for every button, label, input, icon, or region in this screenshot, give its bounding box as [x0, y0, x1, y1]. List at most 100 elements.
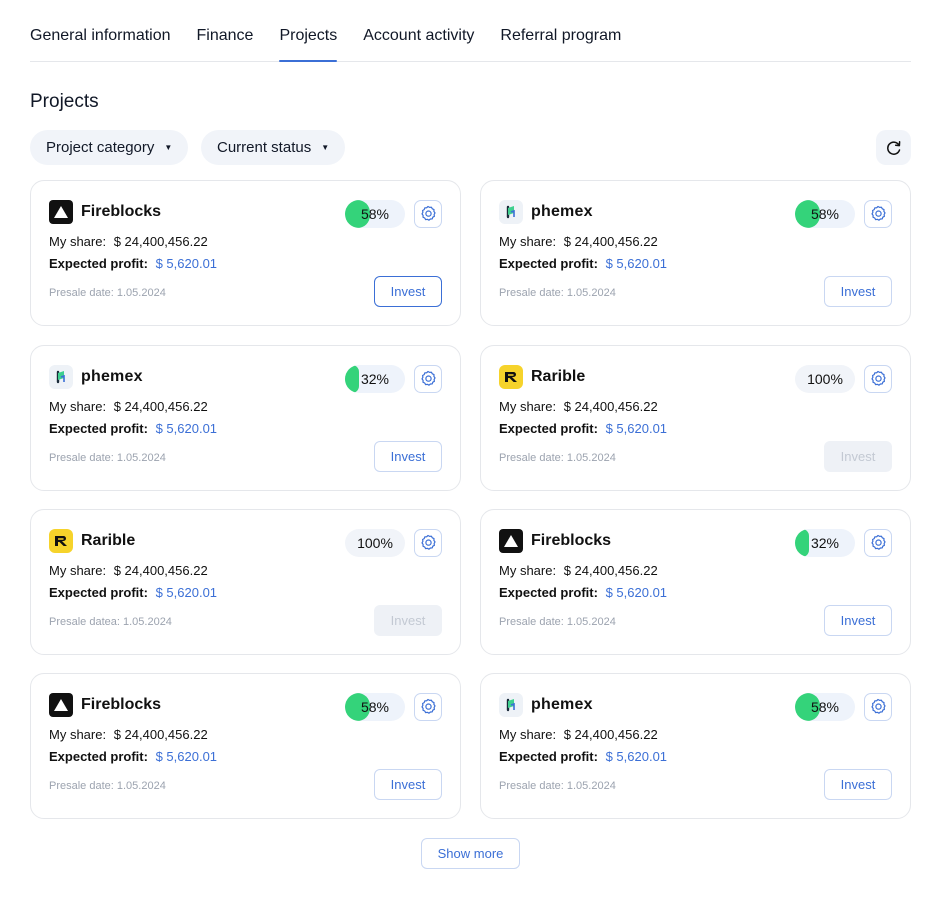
invest-button[interactable]: Invest [374, 605, 442, 636]
my-share-value: $ 24,400,456.22 [113, 727, 208, 742]
my-share-row: My share: $ 24,400,456.22 [499, 563, 658, 578]
my-share-label: My share: [49, 399, 107, 414]
tab-bar: General information Finance Projects Acc… [30, 0, 911, 62]
fireblocks-logo-icon [499, 529, 523, 553]
progress-percent: 32% [810, 535, 840, 551]
progress-pill: 32% [795, 529, 855, 557]
my-share-value: $ 24,400,456.22 [113, 563, 208, 578]
expected-profit-value: $ 5,620.01 [155, 421, 218, 436]
presale-date: Presale date: 1.05.2024 [49, 452, 166, 464]
presale-date: Presale date: 1.05.2024 [499, 452, 616, 464]
my-share-row: My share: $ 24,400,456.22 [49, 563, 208, 578]
my-share-value: $ 24,400,456.22 [563, 563, 658, 578]
presale-date: Presale date: 1.05.2024 [499, 780, 616, 792]
my-share-row: My share: $ 24,400,456.22 [49, 727, 208, 742]
expected-profit-row: Expected profit: $ 5,620.01 [49, 421, 217, 436]
project-name: Rarible [81, 532, 136, 549]
gear-icon [871, 698, 886, 714]
invest-button[interactable]: Invest [824, 769, 892, 800]
settings-button[interactable] [414, 693, 442, 721]
tab-projects[interactable]: Projects [279, 0, 337, 62]
current-status-dropdown[interactable]: Current status ▼ [201, 130, 346, 165]
expected-profit-value: $ 5,620.01 [605, 256, 668, 271]
tab-finance[interactable]: Finance [197, 0, 254, 61]
my-share-value: $ 24,400,456.22 [563, 234, 658, 249]
progress-percent: 58% [810, 206, 840, 222]
expected-profit-label: Expected profit: [49, 421, 148, 436]
project-logo: Fireblocks [49, 693, 161, 717]
tab-general-information[interactable]: General information [30, 0, 171, 61]
project-name: phemex [531, 203, 593, 220]
progress-percent: 100% [357, 535, 393, 551]
my-share-label: My share: [49, 563, 107, 578]
expected-profit-row: Expected profit: $ 5,620.01 [49, 749, 217, 764]
project-card: Fireblocks 58% My share: $ 24,400,456.22… [30, 673, 461, 819]
project-logo: phemex [499, 200, 593, 224]
my-share-value: $ 24,400,456.22 [563, 399, 658, 414]
my-share-value: $ 24,400,456.22 [113, 234, 208, 249]
gear-icon [421, 205, 436, 221]
my-share-label: My share: [49, 234, 107, 249]
expected-profit-row: Expected profit: $ 5,620.01 [49, 256, 217, 271]
progress-pill: 58% [795, 693, 855, 721]
filter-bar: Project category ▼ Current status ▼ [30, 130, 911, 165]
project-name: phemex [81, 368, 143, 385]
tab-account-activity[interactable]: Account activity [363, 0, 474, 61]
expected-profit-label: Expected profit: [49, 256, 148, 271]
show-more-button[interactable]: Show more [421, 838, 520, 869]
presale-date: Presale date: 1.05.2024 [499, 616, 616, 628]
project-logo: Rarible [49, 529, 135, 553]
project-logo: Rarible [499, 365, 585, 389]
presale-date: Presale date: 1.05.2024 [49, 287, 166, 299]
caret-down-icon: ▼ [164, 143, 173, 152]
current-status-label: Current status [217, 139, 312, 156]
expected-profit-label: Expected profit: [499, 256, 598, 271]
project-category-label: Project category [46, 139, 155, 156]
settings-button[interactable] [864, 200, 892, 228]
project-category-dropdown[interactable]: Project category ▼ [30, 130, 189, 165]
presale-date: Presale date: 1.05.2024 [499, 287, 616, 299]
settings-button[interactable] [414, 200, 442, 228]
my-share-row: My share: $ 24,400,456.22 [499, 234, 658, 249]
settings-button[interactable] [414, 529, 442, 557]
refresh-icon [886, 140, 900, 155]
expected-profit-value: $ 5,620.01 [155, 749, 218, 764]
expected-profit-value: $ 5,620.01 [605, 749, 668, 764]
invest-button[interactable]: Invest [824, 441, 892, 472]
project-card: phemex 32% My share: $ 24,400,456.22 Exp… [30, 345, 461, 491]
settings-button[interactable] [864, 529, 892, 557]
my-share-value: $ 24,400,456.22 [113, 399, 208, 414]
gear-icon [871, 370, 886, 386]
invest-button[interactable]: Invest [824, 276, 892, 307]
project-card: Rarible 100% My share: $ 24,400,456.22 E… [30, 509, 461, 655]
progress-percent: 58% [360, 206, 390, 222]
expected-profit-row: Expected profit: $ 5,620.01 [499, 256, 667, 271]
settings-button[interactable] [414, 365, 442, 393]
my-share-label: My share: [499, 727, 557, 742]
refresh-button[interactable] [876, 130, 911, 165]
invest-button[interactable]: Invest [374, 769, 442, 800]
gear-icon [421, 370, 436, 386]
project-name: phemex [531, 696, 593, 713]
expected-profit-value: $ 5,620.01 [605, 585, 668, 600]
progress-pill: 58% [345, 693, 405, 721]
progress-percent: 58% [360, 699, 390, 715]
my-share-label: My share: [49, 727, 107, 742]
progress-pill: 58% [345, 200, 405, 228]
expected-profit-label: Expected profit: [499, 749, 598, 764]
tab-referral-program[interactable]: Referral program [500, 0, 621, 61]
phemex-logo-icon [499, 200, 523, 224]
fireblocks-logo-icon [49, 693, 73, 717]
progress-percent: 32% [360, 371, 390, 387]
invest-button[interactable]: Invest [824, 605, 892, 636]
invest-button[interactable]: Invest [374, 276, 442, 307]
invest-button[interactable]: Invest [374, 441, 442, 472]
settings-button[interactable] [864, 693, 892, 721]
settings-button[interactable] [864, 365, 892, 393]
expected-profit-label: Expected profit: [499, 421, 598, 436]
project-logo: Fireblocks [499, 529, 611, 553]
expected-profit-value: $ 5,620.01 [155, 585, 218, 600]
expected-profit-label: Expected profit: [49, 585, 148, 600]
expected-profit-row: Expected profit: $ 5,620.01 [49, 585, 217, 600]
project-name: Fireblocks [531, 532, 612, 549]
